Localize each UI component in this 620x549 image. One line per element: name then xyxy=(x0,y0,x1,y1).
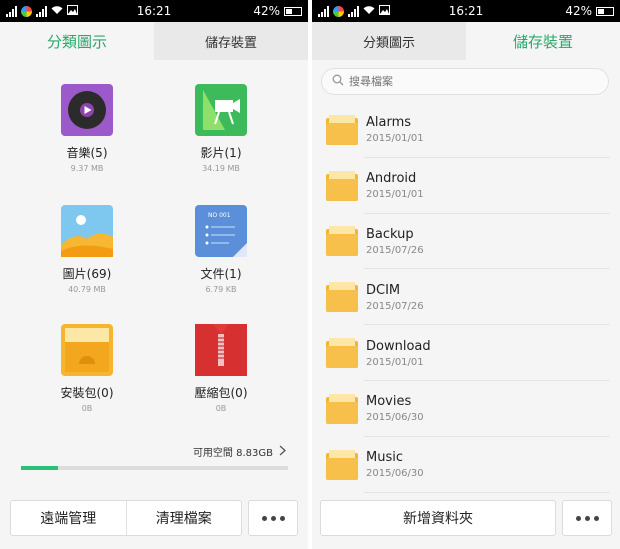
category-label: 影片(1) xyxy=(200,146,242,160)
folder-icon xyxy=(326,114,358,146)
folder-row-backup[interactable]: Backup 2015/07/26 xyxy=(312,214,620,270)
folder-row-movies[interactable]: Movies 2015/06/30 xyxy=(312,381,620,437)
category-apk[interactable]: 安裝包(0) 0B xyxy=(27,324,147,413)
category-zip[interactable]: 壓縮包(0) 0B xyxy=(161,324,281,413)
folder-icon xyxy=(326,225,358,257)
tab-storage[interactable]: 儲存裝置 xyxy=(154,22,308,60)
clean-files-button[interactable]: 清理檔案 xyxy=(125,501,242,535)
status-bar: 16:21 42% xyxy=(0,0,308,22)
tab-bar: 分類圖示 儲存裝置 xyxy=(0,22,308,60)
folder-icon xyxy=(326,281,358,313)
folder-row-download[interactable]: Download 2015/01/01 xyxy=(312,325,620,381)
category-size: 40.79 MB xyxy=(68,285,106,294)
folder-icon xyxy=(326,449,358,481)
video-icon xyxy=(195,84,247,136)
category-screen: 16:21 42% 分類圖示 儲存裝置 音樂(5) 9.37 MB 影片(1) … xyxy=(0,0,308,549)
doc-icon-text: NO 001 xyxy=(208,212,231,219)
folder-name: Backup xyxy=(366,226,414,242)
folder-icon xyxy=(326,393,358,425)
picture-icon xyxy=(61,205,113,257)
free-space-label: 可用空間 8.83GB xyxy=(192,448,273,459)
folder-row-android[interactable]: Android 2015/01/01 xyxy=(312,158,620,214)
folder-name: Alarms xyxy=(366,115,412,131)
search-bar[interactable] xyxy=(321,68,609,95)
tab-bar: 分類圖示 儲存裝置 xyxy=(312,22,620,60)
new-folder-button[interactable]: 新增資料夾 xyxy=(320,500,556,536)
folder-list: Alarms 2015/01/01 Android 2015/01/01 Backu… xyxy=(312,102,620,493)
folder-name: Download xyxy=(366,338,431,354)
folder-icon xyxy=(326,170,358,202)
category-music[interactable]: 音樂(5) 9.37 MB xyxy=(27,84,147,173)
search-icon xyxy=(332,74,344,89)
folder-date: 2015/01/01 xyxy=(366,189,424,201)
folder-date: 2015/01/01 xyxy=(366,133,424,145)
music-icon xyxy=(61,84,113,136)
category-size: 34.19 MB xyxy=(202,164,240,173)
search-input[interactable] xyxy=(349,75,549,88)
remote-manage-button[interactable]: 遠端管理 xyxy=(11,501,126,535)
category-documents[interactable]: NO 001 文件(1) 6.79 KB xyxy=(161,205,281,294)
folder-icon xyxy=(326,337,358,369)
chevron-right-icon xyxy=(279,445,286,459)
category-size: 9.37 MB xyxy=(70,164,104,173)
folder-row-dcim[interactable]: DCIM 2015/07/26 xyxy=(312,269,620,325)
folder-name: Movies xyxy=(366,394,412,410)
category-label: 音樂(5) xyxy=(66,146,108,160)
status-time: 16:21 xyxy=(136,4,172,18)
battery-icon xyxy=(284,6,302,16)
category-size: 0B xyxy=(215,404,227,413)
category-label: 安裝包(0) xyxy=(60,386,114,400)
more-button[interactable] xyxy=(562,500,612,536)
bottom-action-bar: 遠端管理 清理檔案 xyxy=(10,500,298,536)
category-video[interactable]: 影片(1) 34.19 MB xyxy=(161,84,281,173)
status-time: 16:21 xyxy=(448,4,484,18)
folder-name: DCIM xyxy=(366,282,401,298)
apk-icon xyxy=(61,324,113,376)
battery-icon xyxy=(596,6,614,16)
category-label: 圖片(69) xyxy=(62,267,112,281)
bottom-action-bar: 新增資料夾 xyxy=(320,500,612,536)
folder-date: 2015/07/26 xyxy=(366,300,424,312)
folder-date: 2015/06/30 xyxy=(366,468,424,480)
storage-usage-fill xyxy=(21,466,59,470)
zip-icon xyxy=(195,324,247,376)
status-bar: 16:21 42% xyxy=(312,0,620,22)
category-size: 0B xyxy=(81,404,93,413)
folder-date: 2015/06/30 xyxy=(366,412,424,424)
tab-categories[interactable]: 分類圖示 xyxy=(0,22,154,60)
folder-row-music[interactable]: Music 2015/06/30 xyxy=(312,437,620,493)
storage-screen: 16:21 42% 分類圖示 儲存裝置 Alarms2015/01/01 An xyxy=(312,0,620,549)
folder-name: Music xyxy=(366,450,403,466)
more-icon xyxy=(575,515,599,521)
more-button[interactable] xyxy=(248,500,298,536)
folder-date: 2015/07/26 xyxy=(366,244,424,256)
storage-usage-bar xyxy=(21,466,288,470)
category-label: 壓縮包(0) xyxy=(194,386,248,400)
folder-name: Android xyxy=(366,171,417,187)
tab-categories[interactable]: 分類圖示 xyxy=(312,22,466,60)
document-icon: NO 001 xyxy=(195,205,247,257)
category-label: 文件(1) xyxy=(200,267,242,281)
tab-storage[interactable]: 儲存裝置 xyxy=(466,22,620,60)
folder-row-alarms[interactable]: Alarms 2015/01/01 xyxy=(312,102,620,158)
category-size: 6.79 KB xyxy=(205,285,237,294)
folder-date: 2015/01/01 xyxy=(366,356,424,368)
category-pictures[interactable]: 圖片(69) 40.79 MB xyxy=(27,205,147,294)
more-icon xyxy=(261,515,285,521)
free-space-link[interactable]: 可用空間 8.83GB xyxy=(193,444,286,459)
